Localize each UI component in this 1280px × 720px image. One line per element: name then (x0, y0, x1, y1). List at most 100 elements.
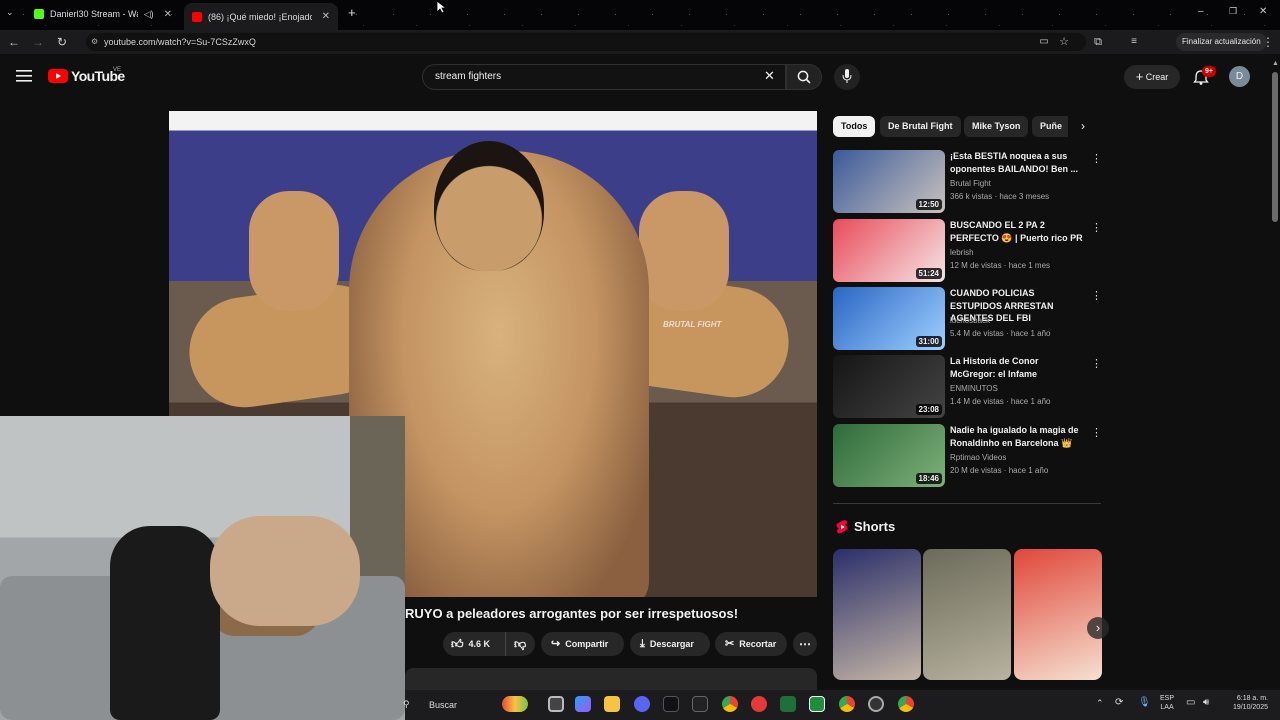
clear-search-icon[interactable]: ✕ (764, 68, 775, 84)
network-icon[interactable]: ▭ (1186, 697, 1195, 708)
video-thumbnail[interactable]: 51:24 (833, 219, 945, 282)
more-options-kebab-icon[interactable]: ⋮ (1091, 221, 1102, 234)
volume-icon[interactable]: 🔊︎ (1203, 697, 1209, 708)
app-green-icon[interactable] (780, 696, 796, 712)
chrome-alt-icon[interactable] (898, 696, 914, 712)
chip-de-brutal-fight[interactable]: De Brutal Fight (880, 116, 961, 137)
hamburger-menu-icon[interactable] (16, 70, 32, 82)
video-frame-fist (639, 191, 729, 311)
recommendation-title[interactable]: ¡Esta BESTIA noquea a sus oponentes BAIL… (950, 150, 1086, 175)
channel-name[interactable]: Rptimao Videos (950, 453, 1006, 462)
duration-badge: 23:08 (915, 404, 942, 415)
task-view-icon[interactable] (548, 696, 564, 712)
recommendation-item[interactable]: 31:00 CUANDO POLICIAS ESTUPIDOS ARRESTAN … (833, 287, 1103, 351)
app-gray-icon[interactable] (868, 696, 884, 712)
url-text: youtube.com/watch?v=Su-7CSzZwxQ (104, 37, 256, 47)
search-input[interactable]: stream fighters (422, 64, 786, 90)
update-button[interactable]: Finalizar actualización (1176, 33, 1267, 51)
extensions-icon[interactable]: ⧉ (1090, 34, 1106, 50)
shorts-next-arrow-icon[interactable]: › (1087, 617, 1109, 639)
like-count: 4.6 K (468, 639, 491, 649)
recommendation-item[interactable]: 18:46 Nadie ha igualado la magia de Ronal… (833, 424, 1103, 488)
recommendation-item[interactable]: 12:50 ¡Esta BESTIA noquea a sus oponentes… (833, 150, 1103, 214)
video-thumbnail[interactable]: 18:46 (833, 424, 945, 487)
more-actions-button[interactable]: ⋯ (793, 632, 817, 656)
new-tab-plus-icon[interactable]: + (348, 5, 356, 20)
forward-arrow-icon[interactable]: → (30, 34, 46, 50)
scrollbar-thumb[interactable] (1272, 72, 1278, 222)
short-thumbnail[interactable] (923, 549, 1011, 680)
widgets-icon[interactable] (502, 696, 528, 712)
plus-icon: + (1135, 69, 1144, 84)
tray-mic-icon[interactable]: 🎙︎ (1138, 697, 1151, 708)
short-thumbnail[interactable] (833, 549, 921, 680)
clip-button[interactable]: ✂ Recortar (715, 632, 787, 656)
more-options-kebab-icon[interactable]: ⋮ (1091, 426, 1102, 439)
cast-icon[interactable]: ▭ (1036, 34, 1052, 50)
like-button[interactable]: 👍︎ 4.6 K (443, 632, 505, 656)
close-tab-icon[interactable]: ✕ (164, 9, 172, 20)
copilot-icon[interactable] (575, 696, 591, 712)
video-thumbnail[interactable]: 12:50 (833, 150, 945, 213)
back-arrow-icon[interactable]: ← (6, 34, 22, 50)
microphone-icon (842, 69, 852, 83)
tray-sync-icon[interactable]: ⟳ (1115, 697, 1123, 708)
recommendation-item[interactable]: 23:08 La Historia de Conor McGregor: el I… (833, 355, 1103, 419)
chips-next-chevron-icon[interactable]: › (1081, 119, 1085, 133)
file-explorer-icon[interactable] (604, 696, 620, 712)
close-tab-icon[interactable]: ✕ (322, 11, 330, 22)
sheets-icon[interactable] (809, 696, 825, 712)
recommendation-item[interactable]: 51:24 BUSCANDO EL 2 PA 2 PERFECTO 😍 | Pue… (833, 219, 1103, 283)
video-thumbnail[interactable]: 23:08 (833, 355, 945, 418)
site-info-icon[interactable]: ⚙ (91, 33, 98, 51)
recommendation-title[interactable]: La Historia de Conor McGregor: el Infame (950, 355, 1086, 380)
view-meta: 366 k vistas · hace 3 meses (950, 192, 1050, 201)
app-red-icon[interactable] (751, 696, 767, 712)
dislike-button[interactable]: 👎︎ (505, 632, 535, 656)
tray-chevron-icon[interactable]: ⌃ (1096, 698, 1104, 709)
tab-list-chevron-icon[interactable]: ⌄ (6, 7, 14, 18)
chip-todos[interactable]: Todos (833, 116, 876, 137)
search-button[interactable] (786, 64, 822, 90)
create-button[interactable]: + Crear (1124, 65, 1180, 89)
short-thumbnail[interactable] (1014, 549, 1102, 680)
chrome-icon[interactable] (722, 696, 738, 712)
chrome-profile-icon[interactable] (839, 696, 855, 712)
channel-name[interactable]: luchosback (950, 316, 990, 325)
chip-punetazos[interactable]: Puñe (1032, 116, 1068, 137)
close-window-icon[interactable]: ✕ (1259, 6, 1267, 17)
more-options-kebab-icon[interactable]: ⋮ (1091, 152, 1102, 165)
reload-icon[interactable]: ↻ (54, 34, 70, 50)
video-thumbnail[interactable]: 31:00 (833, 287, 945, 350)
epic-games-icon[interactable] (692, 696, 708, 712)
tab-kick-stream[interactable]: Danierl30 Stream - Watch Li ◁) ✕ (26, 3, 180, 25)
minimize-icon[interactable]: – (1198, 6, 1204, 17)
recommendation-title[interactable]: BUSCANDO EL 2 PA 2 PERFECTO 😍 | Puerto r… (950, 219, 1086, 244)
reading-list-icon[interactable]: ≡ (1126, 34, 1142, 50)
channel-name[interactable]: lebrish (950, 248, 974, 257)
language-indicator[interactable]: ESP LAA (1160, 694, 1174, 712)
discord-icon[interactable] (634, 696, 650, 712)
channel-name[interactable]: ENMINUTOS (950, 384, 998, 393)
duration-badge: 51:24 (915, 268, 942, 279)
clock-date: 19/10/2025 (1232, 704, 1268, 711)
section-divider (833, 503, 1101, 504)
channel-name[interactable]: Brutal Fight (950, 179, 991, 188)
voice-search-button[interactable] (834, 64, 860, 90)
clock[interactable]: 6:18 a. m. 19/10/2025 (1220, 694, 1268, 712)
more-options-kebab-icon[interactable]: ⋮ (1091, 289, 1102, 302)
bookmark-star-icon[interactable]: ☆ (1056, 34, 1072, 50)
description-box[interactable] (405, 668, 817, 690)
account-avatar[interactable]: D (1229, 66, 1250, 87)
video-title: RUYO a peleadores arrogantes por ser irr… (405, 606, 739, 621)
chip-mike-tyson[interactable]: Mike Tyson (964, 116, 1029, 137)
download-button[interactable]: ⤓ Descargar (630, 632, 710, 656)
scroll-up-arrow-icon[interactable]: ▲ (1272, 60, 1279, 67)
share-button[interactable]: ↪ Compartir (541, 632, 624, 656)
maximize-icon[interactable]: ❐ (1229, 6, 1237, 17)
more-options-kebab-icon[interactable]: ⋮ (1091, 357, 1102, 370)
recommendation-title[interactable]: Nadie ha igualado la magia de Ronaldinho… (950, 424, 1086, 449)
tab-youtube[interactable]: (86) ¡Qué miedo! ¡Enojado Mike ✕ (184, 3, 338, 30)
app-icon[interactable] (663, 696, 679, 712)
url-field[interactable]: ⚙ youtube.com/watch?v=Su-7CSzZwxQ (86, 33, 1086, 51)
